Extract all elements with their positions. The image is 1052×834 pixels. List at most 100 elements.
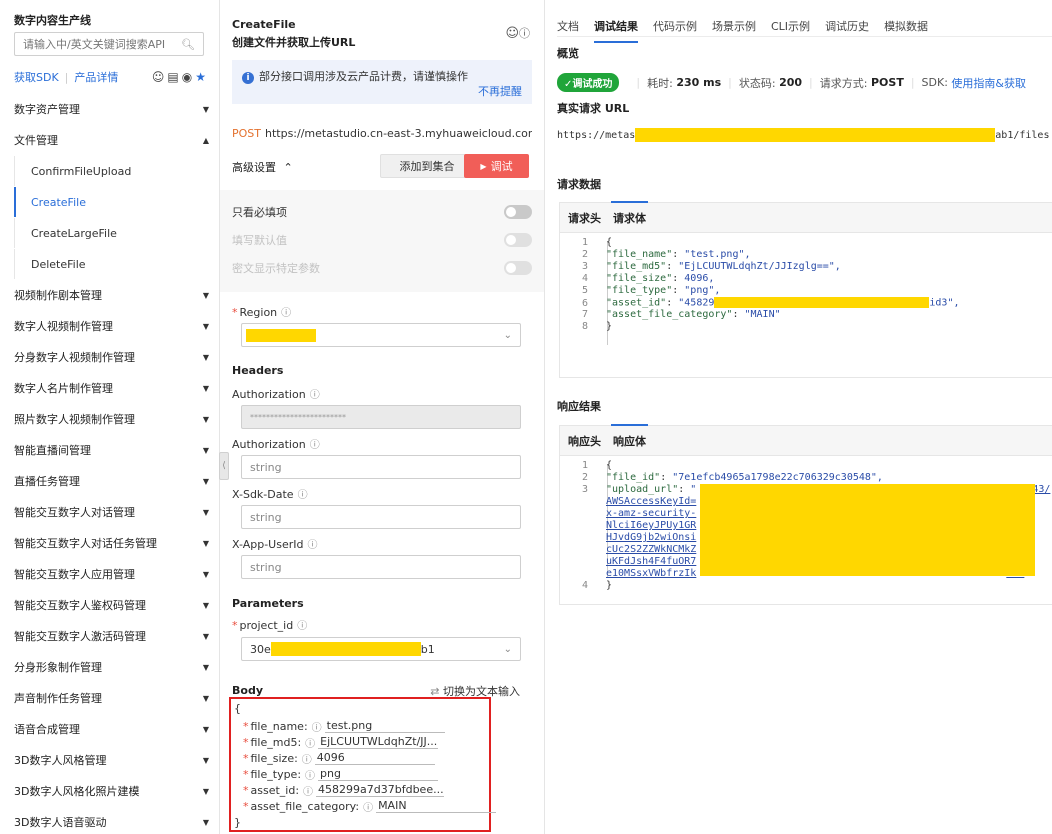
response-code-box: 响应头 响应体 1{2 "file_id": "7e1efcb4965a1798e… xyxy=(559,423,1052,605)
doc-icon[interactable]: ▤ xyxy=(167,70,178,84)
search-box[interactable]: 🔍︎ xyxy=(14,32,204,56)
get-sdk-link[interactable]: 获取SDK xyxy=(14,69,59,85)
option-label: 只看必填项 xyxy=(232,206,287,219)
real-url-title: 真实请求 URL xyxy=(557,102,630,115)
help-icon[interactable]: ⓘ xyxy=(519,27,530,40)
region-label: * Region ⓘ xyxy=(232,306,292,319)
code-line: 3 "file_md5": "EjLCUUTWLdqhZt/JJIzglg==", xyxy=(581,261,841,272)
result-tab[interactable]: 场景示例 xyxy=(712,18,756,34)
tab-request-body[interactable]: 请求体 xyxy=(611,200,648,226)
tab-request-headers[interactable]: 请求头 xyxy=(568,210,601,226)
smile-icon[interactable]: ☺ xyxy=(505,26,519,41)
product-detail-link[interactable]: 产品详情 xyxy=(74,69,118,85)
result-tab[interactable]: 模拟数据 xyxy=(884,18,928,34)
sidebar-item[interactable]: 分身形象制作管理 ▼ xyxy=(0,652,219,682)
response-title: 响应结果 xyxy=(557,400,601,413)
sidebar-item[interactable]: 语音合成管理 ▼ xyxy=(0,714,219,744)
redacted-value xyxy=(635,128,996,142)
chevron-down-icon: ▼ xyxy=(202,290,209,300)
project-id-suffix: b1 xyxy=(420,642,435,656)
star-icon[interactable]: ★ xyxy=(195,70,206,84)
sidebar-item-label: 文件管理 xyxy=(14,134,58,147)
sidebar-item[interactable]: 3D数字人语音驱动 ▼ xyxy=(0,807,219,834)
tab-response-body[interactable]: 响应体 xyxy=(611,423,648,449)
toggle-switch[interactable] xyxy=(504,233,532,247)
sidebar-subitem[interactable]: DeleteFile xyxy=(14,249,219,279)
sidebar-item[interactable]: 数字人名片制作管理 ▼ xyxy=(0,373,219,403)
help-icon: ⓘ xyxy=(303,786,314,798)
debug-button[interactable]: ▶ 调试 xyxy=(464,154,529,178)
body-field: * asset_id: ⓘ 458299a7d37bfdbee... xyxy=(243,783,444,798)
redacted-value xyxy=(270,642,421,656)
sidebar-item[interactable]: 智能交互数字人鉴权码管理 ▼ xyxy=(0,590,219,620)
field-value-input[interactable]: png xyxy=(318,767,439,781)
option-cipher: 密文显示特定参数 xyxy=(232,258,532,278)
sidebar-item[interactable]: 智能交互数字人对话任务管理 ▼ xyxy=(0,528,219,558)
chevron-down-icon: ▼ xyxy=(202,693,209,703)
result-tab[interactable]: CLI示例 xyxy=(771,18,810,34)
sidebar-item[interactable]: 3D数字人风格化照片建模 ▼ xyxy=(0,776,219,806)
sdk-guide-link[interactable]: 使用指南&获取 xyxy=(951,75,1026,91)
sidebar-links: 获取SDK | 产品详情 ☺ ▤ ◉ ★ xyxy=(14,69,206,85)
sidebar-item[interactable]: 分身数字人视频制作管理 ▼ xyxy=(0,342,219,372)
field-value-input[interactable]: test.png xyxy=(324,719,445,733)
body-field: * file_md5: ⓘ EjLCUUTWLdqhZt/JJ... xyxy=(243,735,439,750)
field-value-input[interactable]: MAIN xyxy=(376,799,497,813)
sidebar-item[interactable]: 3D数字人风格管理 ▼ xyxy=(0,745,219,775)
sidebar-item-label: 直播任务管理 xyxy=(14,475,80,488)
chevron-down-icon: ▼ xyxy=(202,631,209,641)
sidebar-item[interactable]: 智能交互数字人应用管理 ▼ xyxy=(0,559,219,589)
sidebar-item[interactable]: 声音制作任务管理 ▼ xyxy=(0,683,219,713)
result-tab[interactable]: 代码示例 xyxy=(653,18,697,34)
region-select[interactable]: ⌄ xyxy=(241,323,521,347)
sidebar-item[interactable]: 照片数字人视频制作管理 ▼ xyxy=(0,404,219,434)
redacted-value xyxy=(700,484,1035,576)
sidebar-item[interactable]: 智能直播间管理 ▼ xyxy=(0,435,219,465)
dismiss-link[interactable]: 不再提醒 xyxy=(478,83,522,99)
globe-icon[interactable]: ◉ xyxy=(182,70,192,84)
add-to-collection-button[interactable]: 添加到集合 xyxy=(380,154,474,178)
collapse-panel-handle[interactable]: ⟨ xyxy=(219,452,229,480)
field-value-input[interactable]: EjLCUUTWLdqhZt/JJ... xyxy=(318,735,439,749)
sidebar-item[interactable]: 文件管理 ▲ xyxy=(0,125,219,155)
authorization-input[interactable]: string xyxy=(241,455,521,479)
result-tab[interactable]: 调试结果 xyxy=(594,18,638,43)
sidebar-subitem[interactable]: ConfirmFileUpload xyxy=(14,156,219,186)
time-label: 耗时: xyxy=(647,76,673,90)
code-line: AWSAccessKeyId= xyxy=(606,496,697,507)
result-tabs: 文档 调试结果 代码示例 场景示例 CLI示例 调试历史 模拟数据 xyxy=(557,18,928,43)
result-tab[interactable]: 调试历史 xyxy=(825,18,869,34)
field-value-input[interactable]: 458299a7d37bfdbee... xyxy=(316,783,444,797)
sdk-date-input[interactable]: string xyxy=(241,505,521,529)
toggle-switch[interactable] xyxy=(504,205,532,219)
code-line: 2 "file_id": "7e1efcb4965a1798e22c706329c… xyxy=(581,472,883,483)
sidebar-item-label: 照片数字人视频制作管理 xyxy=(14,413,135,426)
field-value-input[interactable]: 4096 xyxy=(314,751,435,765)
search-icon[interactable]: 🔍︎ xyxy=(181,38,195,51)
sidebar-item[interactable]: 智能交互数字人对话管理 ▼ xyxy=(0,497,219,527)
project-id-select[interactable]: 30e b1 ⌄ xyxy=(241,637,521,661)
sidebar-subitem[interactable]: CreateFile xyxy=(14,187,219,217)
sidebar-item[interactable]: 数字人视频制作管理 ▼ xyxy=(0,311,219,341)
sidebar-subitem[interactable]: CreateLargeFile xyxy=(14,218,219,248)
chevron-down-icon: ▼ xyxy=(202,104,209,114)
advanced-settings-toggle[interactable]: 高级设置 ⌃ xyxy=(232,159,293,175)
app-userid-input[interactable]: string xyxy=(241,555,521,579)
redacted-value xyxy=(714,297,930,308)
sidebar-item[interactable]: 直播任务管理 ▼ xyxy=(0,466,219,496)
feedback-icons: ☺ⓘ xyxy=(505,25,530,41)
result-tab[interactable]: 文档 xyxy=(557,18,579,34)
chevron-down-icon: ▼ xyxy=(202,352,209,362)
sidebar-item[interactable]: 智能交互数字人激活码管理 ▼ xyxy=(0,621,219,651)
search-input[interactable] xyxy=(23,37,173,51)
help-icon: ⓘ xyxy=(309,390,320,401)
smile-icon[interactable]: ☺ xyxy=(152,70,165,84)
chevron-up-icon: ⌃ xyxy=(283,161,293,174)
sidebar-item[interactable]: 视频制作剧本管理 ▼ xyxy=(0,280,219,310)
sidebar-item[interactable]: 数字资产管理 ▼ xyxy=(0,94,219,124)
chevron-down-icon: ▼ xyxy=(202,817,209,827)
toggle-switch[interactable] xyxy=(504,261,532,275)
headers-section-title: Headers xyxy=(232,364,284,377)
help-icon: ⓘ xyxy=(297,621,308,632)
tab-response-headers[interactable]: 响应头 xyxy=(568,433,601,449)
